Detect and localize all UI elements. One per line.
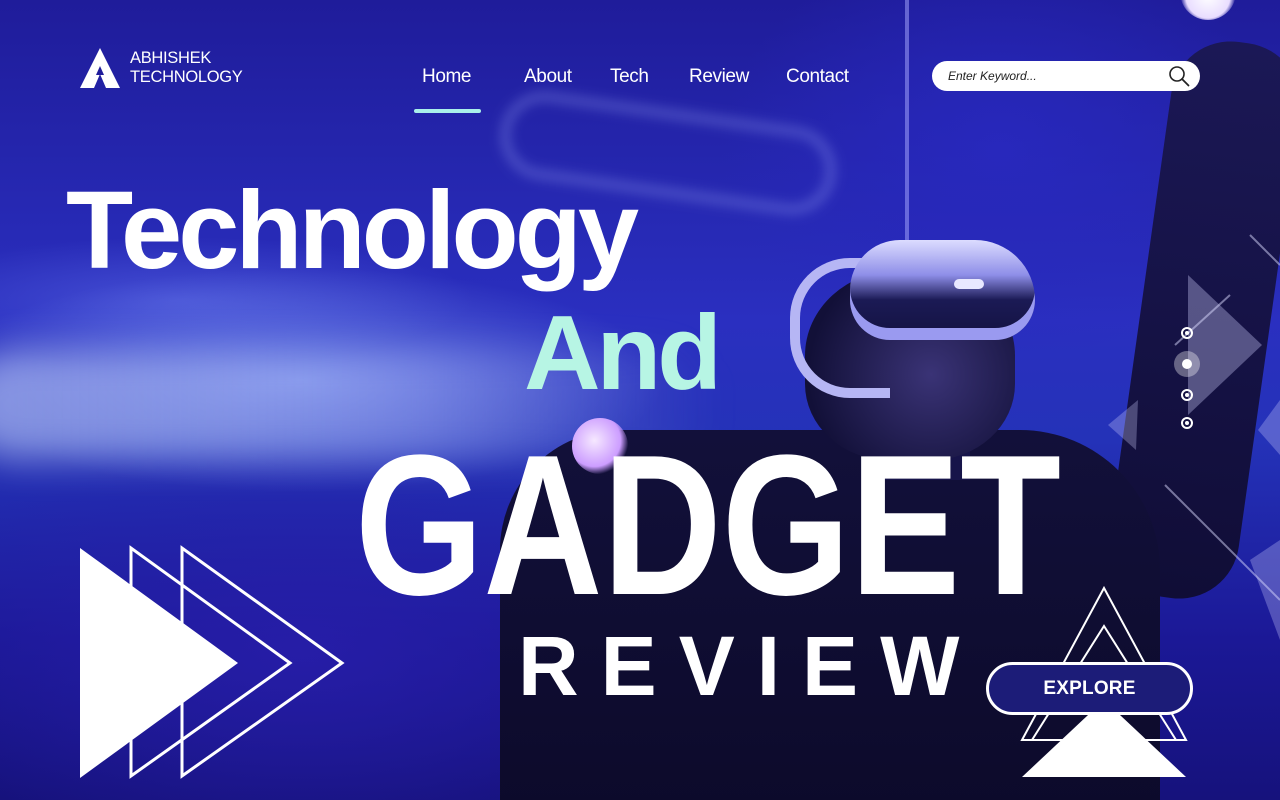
hero-title-gadget: GADGET bbox=[355, 436, 1061, 606]
hero-title-line4: REVIEW bbox=[518, 619, 982, 713]
brand-name: ABHISHEK TECHNOLOGY bbox=[130, 49, 243, 87]
explore-button[interactable]: EXPLORE bbox=[986, 662, 1193, 715]
brand-name-line1: ABHISHEK bbox=[130, 49, 212, 67]
slider-dot-1[interactable] bbox=[1181, 327, 1193, 339]
brand-name-line2: TECHNOLOGY bbox=[130, 68, 243, 86]
nav-active-indicator bbox=[414, 109, 481, 113]
search-input[interactable] bbox=[948, 69, 1148, 83]
hero-title-line3: GADGET bbox=[355, 436, 1061, 606]
search-bar bbox=[932, 61, 1200, 91]
slider-dot-2[interactable] bbox=[1174, 351, 1200, 377]
nav-item-home[interactable]: Home bbox=[422, 66, 471, 88]
nav-item-contact[interactable]: Contact bbox=[786, 66, 849, 88]
fast-forward-icon bbox=[80, 545, 345, 779]
nav-item-about[interactable]: About bbox=[524, 66, 572, 88]
diamond-shapes bbox=[1108, 275, 1280, 640]
brand-logo[interactable]: ABHISHEK TECHNOLOGY bbox=[80, 48, 243, 88]
slider-dot-4[interactable] bbox=[1181, 417, 1193, 429]
logo-a-icon bbox=[80, 48, 120, 88]
nav-item-tech[interactable]: Tech bbox=[610, 66, 649, 88]
search-icon[interactable] bbox=[1168, 65, 1190, 87]
hero-title-line2: And bbox=[524, 294, 722, 412]
nav-item-review[interactable]: Review bbox=[689, 66, 749, 88]
slider-dot-3[interactable] bbox=[1181, 389, 1193, 401]
hero-title-line1: Technology bbox=[66, 169, 639, 292]
